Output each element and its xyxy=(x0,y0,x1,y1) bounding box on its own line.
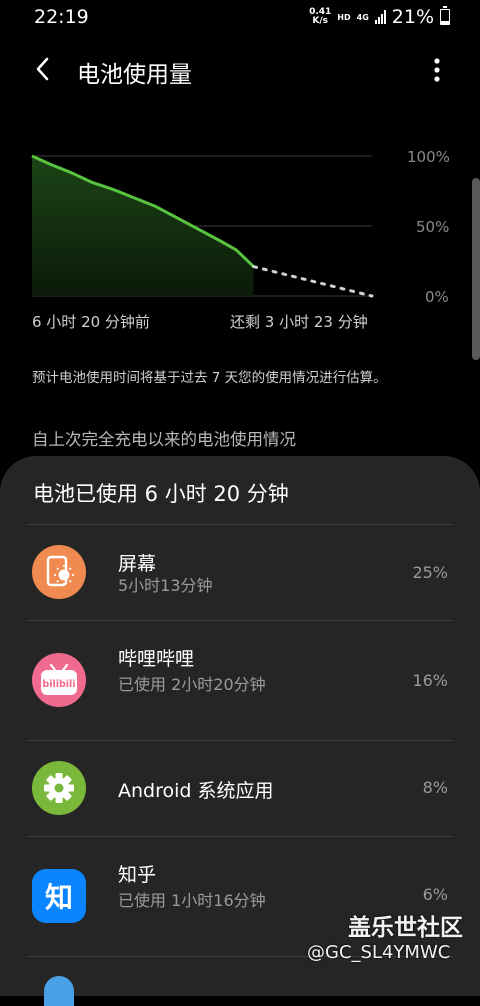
chevron-left-icon xyxy=(36,57,49,81)
zhihu-icon: 知 xyxy=(32,869,86,923)
usage-item-time: 已使用 1小时16分钟 xyxy=(118,891,266,910)
back-button[interactable] xyxy=(28,54,58,84)
status-icons: 0.41 K/s HD 4G 21% xyxy=(309,4,450,30)
usage-item-android-system[interactable]: Android 系统应用 8% xyxy=(0,741,480,837)
watermark-title: 盖乐世社区 xyxy=(348,915,463,941)
network-type-icon: 4G xyxy=(356,12,369,22)
usage-item-bilibili[interactable]: bilibili 哔哩哔哩 已使用 2小时20分钟 16% xyxy=(0,621,480,741)
zhihu-logo-text: 知 xyxy=(45,881,73,914)
usage-item-percent: 16% xyxy=(412,671,448,690)
usage-item-time: 5小时13分钟 xyxy=(118,576,213,595)
android-icon xyxy=(44,976,74,1006)
screen-brightness-icon xyxy=(32,545,86,599)
bilibili-icon: bilibili xyxy=(32,653,86,707)
sheet-title: 电池已使用 6 小时 20 分钟 xyxy=(33,482,289,506)
battery-chart-svg xyxy=(31,154,374,298)
estimate-note: 预计电池使用时间将基于过去 7 天您的使用情况进行估算。 xyxy=(32,370,387,386)
usage-item-name: 知乎 xyxy=(118,864,157,886)
app-bar: 电池使用量 xyxy=(0,38,480,102)
battery-usage-chart: 100% 50% 0% 6 小时 20 分钟前 还剩 3 小时 23 分钟 xyxy=(0,140,480,340)
signal-icon xyxy=(374,10,386,24)
battery-icon xyxy=(440,6,450,25)
more-options-button[interactable] xyxy=(424,56,450,84)
x-end-label: 还剩 3 小时 23 分钟 xyxy=(230,313,368,331)
section-header: 自上次完全充电以来的电池使用情况 xyxy=(32,430,296,449)
usage-item-screen[interactable]: 屏幕 5小时13分钟 25% xyxy=(0,525,480,621)
scrollbar[interactable] xyxy=(472,178,480,360)
gear-icon xyxy=(32,761,86,815)
bilibili-logo-text: bilibili xyxy=(42,679,75,690)
usage-item-name: Android 系统应用 xyxy=(118,780,274,802)
usage-item-name: 哔哩哔哩 xyxy=(118,648,195,670)
status-time: 22:19 xyxy=(34,6,89,28)
page-title: 电池使用量 xyxy=(77,62,192,88)
hd-icon: HD xyxy=(337,12,351,22)
network-speed: 0.41 K/s xyxy=(309,8,331,26)
usage-item-percent: 8% xyxy=(422,778,448,797)
y-tick-label: 100% xyxy=(407,148,450,166)
more-vertical-icon xyxy=(434,58,440,82)
y-tick-label: 50% xyxy=(416,218,450,236)
battery-percent: 21% xyxy=(391,6,434,28)
usage-item-percent: 6% xyxy=(422,885,448,904)
usage-item-name: 屏幕 xyxy=(118,553,157,575)
status-bar: 22:19 0.41 K/s HD 4G 21% xyxy=(0,0,480,34)
network-speed-unit: K/s xyxy=(312,16,328,26)
usage-item-time: 已使用 2小时20分钟 xyxy=(118,675,266,694)
y-tick-label: 0% xyxy=(425,288,449,306)
projected-line xyxy=(252,265,374,298)
usage-item-percent: 25% xyxy=(412,563,448,582)
x-start-label: 6 小时 20 分钟前 xyxy=(32,313,150,331)
watermark-user: @GC_SL4YMWC xyxy=(307,942,451,963)
